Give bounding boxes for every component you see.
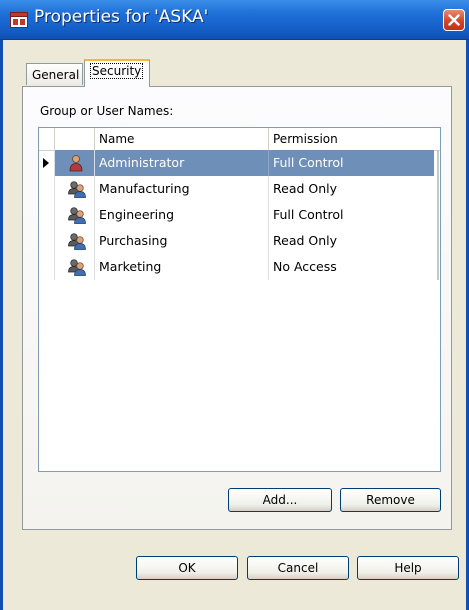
- row-permission: Read Only: [273, 181, 338, 196]
- tab-general[interactable]: General: [26, 63, 83, 85]
- tab-security-label: Security: [90, 63, 144, 79]
- add-button[interactable]: Add...: [228, 488, 332, 512]
- row-permission: No Access: [273, 259, 337, 274]
- row-icon-cell: [55, 176, 95, 202]
- row-indicator: [39, 228, 55, 254]
- table-row[interactable]: Purchasing Read Only: [39, 228, 440, 254]
- group-icon: [68, 259, 86, 276]
- group-icon: [68, 233, 86, 250]
- user-permission-list[interactable]: Name Permission Administrator Full Contr…: [38, 127, 441, 472]
- row-permission: Full Control: [269, 150, 434, 176]
- table-row[interactable]: Administrator Full Control: [39, 150, 440, 176]
- column-header-name[interactable]: Name: [95, 128, 269, 150]
- row-indicator: [39, 202, 55, 228]
- row-icon-cell: [55, 254, 95, 280]
- row-icon-cell: [55, 202, 95, 228]
- group-icon: [68, 207, 86, 224]
- close-icon: [448, 14, 460, 26]
- table-row[interactable]: Manufacturing Read Only: [39, 176, 440, 202]
- list-header: Name Permission: [39, 128, 440, 151]
- row-permission: Full Control: [273, 207, 344, 222]
- window-title: Properties for 'ASKA': [34, 7, 209, 27]
- table-row[interactable]: Engineering Full Control: [39, 202, 440, 228]
- row-indicator: [39, 254, 55, 280]
- row-permission: Read Only: [273, 233, 338, 248]
- row-pointer-icon: [43, 158, 49, 168]
- group-or-user-names-label: Group or User Names:: [40, 104, 174, 118]
- column-divider: [437, 228, 439, 254]
- cancel-button[interactable]: Cancel: [247, 556, 349, 580]
- properties-window-icon: [10, 12, 28, 28]
- remove-button[interactable]: Remove: [340, 488, 441, 512]
- column-divider: [437, 202, 439, 228]
- row-name: Purchasing: [95, 228, 269, 254]
- column-divider: [437, 150, 439, 176]
- row-indicator: [39, 150, 55, 176]
- row-indicator: [39, 176, 55, 202]
- column-divider: [437, 176, 439, 202]
- table-row[interactable]: Marketing No Access: [39, 254, 440, 280]
- row-icon-cell: [55, 150, 95, 176]
- header-icon-cell: [55, 128, 95, 150]
- ok-button[interactable]: OK: [136, 556, 238, 580]
- user-icon: [69, 155, 83, 172]
- help-button[interactable]: Help: [357, 556, 459, 580]
- row-icon-cell: [55, 228, 95, 254]
- group-icon: [68, 181, 86, 198]
- tab-security[interactable]: Security: [84, 59, 150, 87]
- row-name: Engineering: [95, 202, 269, 228]
- header-indicator-cell: [39, 128, 55, 150]
- title-bar[interactable]: Properties for 'ASKA': [0, 0, 469, 40]
- row-name: Administrator: [95, 150, 269, 176]
- close-button[interactable]: [443, 9, 465, 31]
- tab-general-label: General: [32, 68, 80, 82]
- row-name: Manufacturing: [95, 176, 269, 202]
- row-name: Marketing: [95, 254, 269, 280]
- column-divider: [437, 254, 439, 280]
- column-header-permission[interactable]: Permission: [269, 128, 440, 150]
